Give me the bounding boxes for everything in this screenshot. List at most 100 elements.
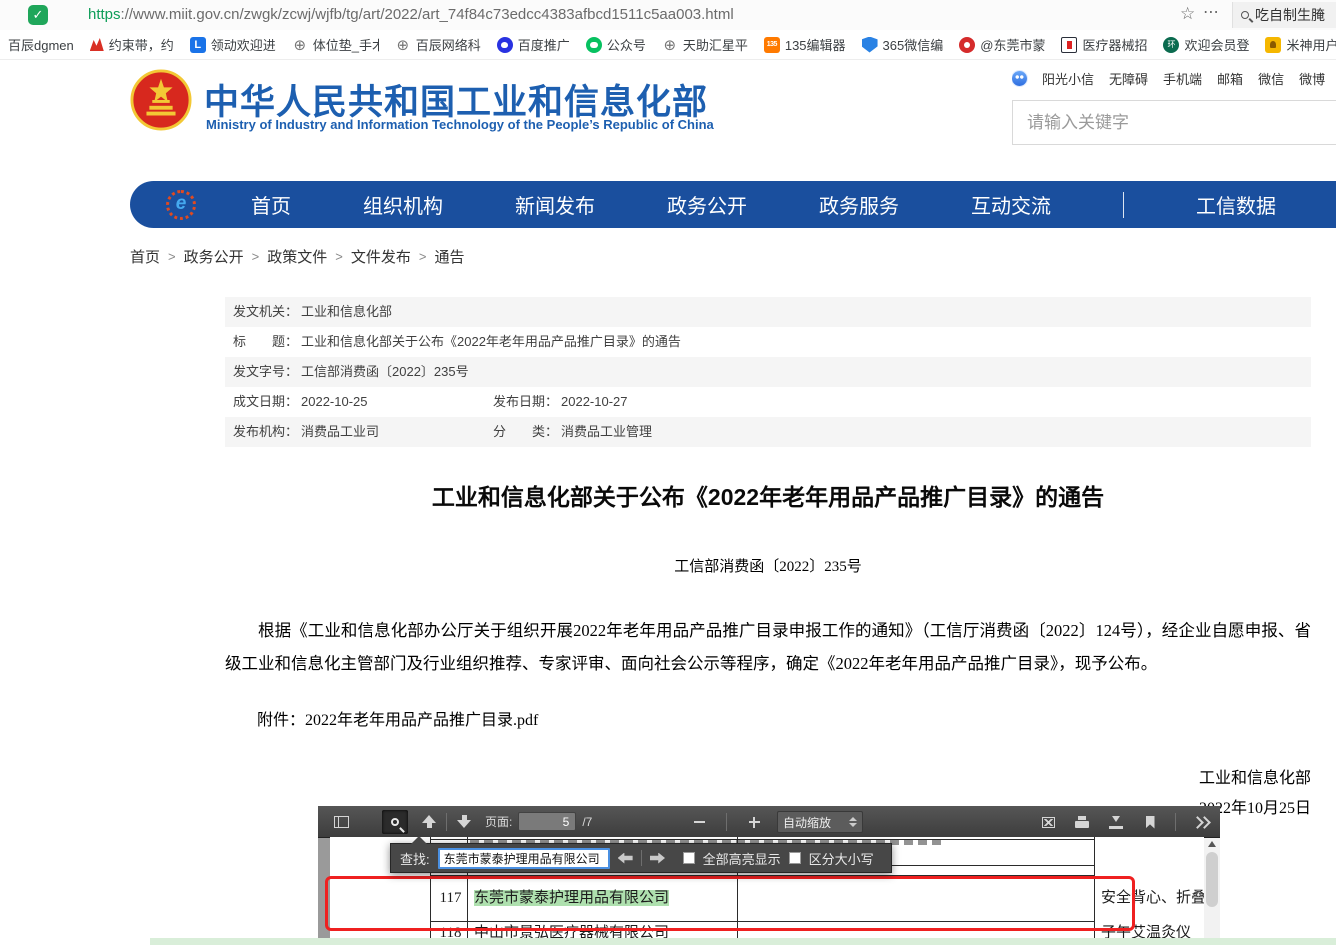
breadcrumb-doc-release[interactable]: 文件发布	[351, 246, 411, 267]
breadcrumb-policy-docs[interactable]: 政策文件	[267, 246, 327, 267]
bookmark-item[interactable]: 米神用户登	[1265, 35, 1336, 54]
article-paragraph: 根据《工业和信息化部办公厅关于组织开展2022年老年用品产品推广目录申报工作的通…	[225, 614, 1311, 680]
bookmark-item[interactable]: 欢迎会员登	[1163, 35, 1249, 54]
pdf-next-page-button[interactable]	[451, 810, 477, 834]
bookmark-favicon	[1265, 37, 1281, 53]
pdf-zoom-out-button[interactable]	[686, 810, 712, 834]
header-utility-links: 阳光小信 无障碍 手机端 邮箱 微信 微博	[1012, 68, 1336, 88]
bookmark-favicon	[764, 37, 780, 53]
bookmark-item[interactable]: 天助汇星平	[662, 35, 748, 54]
pdf-page-label: 页面:	[485, 813, 512, 830]
nav-home[interactable]: 首页	[251, 190, 291, 219]
link-weibo[interactable]: 微博	[1299, 69, 1325, 88]
nav-divider	[1123, 192, 1124, 218]
nav-interaction[interactable]: 互动交流	[971, 190, 1051, 219]
bookmark-favicon	[497, 37, 513, 53]
scroll-up-arrow-icon[interactable]	[1208, 841, 1216, 847]
bookmark-favicon	[395, 37, 411, 53]
pdf-sidebar-toggle-button[interactable]	[328, 810, 354, 834]
bookmark-item[interactable]: 领动欢迎进	[190, 35, 276, 54]
site-header: 中华人民共和国工业和信息化部 Ministry of Industry and …	[0, 60, 1336, 182]
nav-news[interactable]: 新闻发布	[515, 190, 595, 219]
nav-miit-data[interactable]: 工信数据	[1196, 190, 1276, 219]
miit-gear-logo-icon: e	[166, 190, 196, 220]
meta-row-title: 标 题：工业和信息化部关于公布《2022年老年用品产品推广目录》的通告	[225, 327, 1311, 357]
find-input[interactable]	[438, 848, 610, 869]
findbar-notch	[411, 836, 427, 844]
find-previous-button[interactable]	[618, 853, 633, 864]
bottom-highlight-strip	[150, 938, 1336, 945]
link-accessibility[interactable]: 无障碍	[1109, 69, 1148, 88]
bookmark-favicon	[959, 37, 975, 53]
pdf-presentation-button[interactable]	[1035, 810, 1061, 834]
signature-org: 工业和信息化部	[225, 764, 1311, 794]
bookmark-ribbon-icon	[1146, 816, 1155, 829]
arrow-down-icon	[457, 815, 471, 828]
pdf-page-input[interactable]	[518, 812, 576, 831]
assistant-robot-icon[interactable]	[1012, 71, 1027, 86]
quick-search-box[interactable]: 吃自制生腌	[1232, 2, 1336, 28]
national-emblem-logo	[130, 68, 192, 132]
meta-row-issuing-org: 发文机关：工业和信息化部	[225, 297, 1311, 327]
pdf-bookmark-button[interactable]	[1137, 810, 1163, 834]
pdf-download-button[interactable]	[1103, 810, 1129, 834]
search-icon	[1241, 11, 1249, 19]
bookmark-item[interactable]: 百辰dgmen	[8, 35, 74, 54]
pdf-prev-page-button[interactable]	[416, 810, 442, 834]
pdf-page-total: /7	[582, 815, 592, 829]
breadcrumb-home[interactable]: 首页	[130, 246, 160, 267]
bookmark-item[interactable]: 约束带，约	[90, 35, 174, 54]
find-next-button[interactable]	[650, 853, 665, 864]
bookmark-item[interactable]: 365微信编	[862, 35, 944, 54]
highlight-all-label: 全部高亮显示	[703, 849, 781, 868]
fullscreen-icon	[1042, 817, 1055, 828]
url-text[interactable]: https://www.miit.gov.cn/zwgk/zcwj/wjfb/t…	[88, 0, 734, 30]
sidebar-icon	[334, 816, 349, 828]
printer-icon	[1075, 816, 1089, 828]
red-annotation-rectangle	[325, 876, 1135, 931]
bookmark-favicon	[862, 37, 878, 53]
meta-row-publisher: 发布机构：消费品工业司分 类：消费品工业管理	[225, 417, 1311, 447]
bookmark-item[interactable]: 公众号	[586, 35, 646, 54]
attachment-link[interactable]: 附件：2022年老年用品产品推广目录.pdf	[225, 706, 1311, 730]
pdf-find-button[interactable]	[382, 810, 408, 834]
bookmark-favicon	[1163, 37, 1179, 53]
double-chevron-icon	[1193, 816, 1209, 828]
article-title: 工业和信息化部关于公布《2022年老年用品产品推广目录》的通告	[225, 478, 1311, 512]
nav-gov-disclosure[interactable]: 政务公开	[667, 190, 747, 219]
bookmark-favicon	[292, 37, 308, 53]
link-mobile[interactable]: 手机端	[1163, 69, 1202, 88]
bookmark-favicon	[662, 37, 678, 53]
highlight-all-checkbox[interactable]	[683, 852, 695, 864]
spinner-arrows-icon	[849, 817, 857, 827]
nav-gov-services[interactable]: 政务服务	[819, 190, 899, 219]
browser-menu-icon[interactable]: ⋯	[1203, 2, 1220, 22]
match-case-checkbox[interactable]	[789, 852, 801, 864]
bookmark-item[interactable]: 百辰网络科	[395, 35, 481, 54]
bookmark-item[interactable]: 医疗器械招	[1061, 35, 1147, 54]
pdf-tools-button[interactable]	[1188, 810, 1214, 834]
pdf-print-button[interactable]	[1069, 810, 1095, 834]
link-sunshine[interactable]: 阳光小信	[1042, 69, 1094, 88]
bookmark-item[interactable]: 135编辑器	[764, 35, 846, 54]
breadcrumb-notice[interactable]: 通告	[434, 246, 464, 267]
scrollbar-thumb[interactable]	[1206, 852, 1218, 907]
bookmark-item[interactable]: 体位垫_手术	[292, 35, 379, 54]
link-mail[interactable]: 邮箱	[1217, 69, 1243, 88]
link-wechat[interactable]: 微信	[1258, 69, 1284, 88]
pdf-zoom-in-button[interactable]	[741, 810, 767, 834]
pdf-find-bar: 查找: 全部高亮显示 区分大小写	[390, 843, 892, 873]
bookmark-star-icon[interactable]: ☆	[1180, 4, 1195, 24]
bookmark-item[interactable]: @东莞市蒙	[959, 35, 1045, 54]
breadcrumb-gov-disclosure[interactable]: 政务公开	[184, 246, 244, 267]
security-shield-icon[interactable]: ✓	[28, 5, 48, 25]
arrow-up-icon	[422, 815, 436, 828]
bookmark-item[interactable]: 百度推广	[497, 35, 570, 54]
pdf-scrollbar[interactable]	[1204, 838, 1220, 945]
site-search-input[interactable]	[1012, 100, 1336, 145]
site-subtitle: Ministry of Industry and Information Tec…	[206, 117, 714, 132]
document-meta-table: 发文机关：工业和信息化部 标 题：工业和信息化部关于公布《2022年老年用品产品…	[225, 297, 1311, 447]
pdf-zoom-select[interactable]: 自动缩放	[777, 811, 863, 833]
nav-organization[interactable]: 组织机构	[363, 190, 443, 219]
bookmark-favicon	[90, 38, 104, 51]
